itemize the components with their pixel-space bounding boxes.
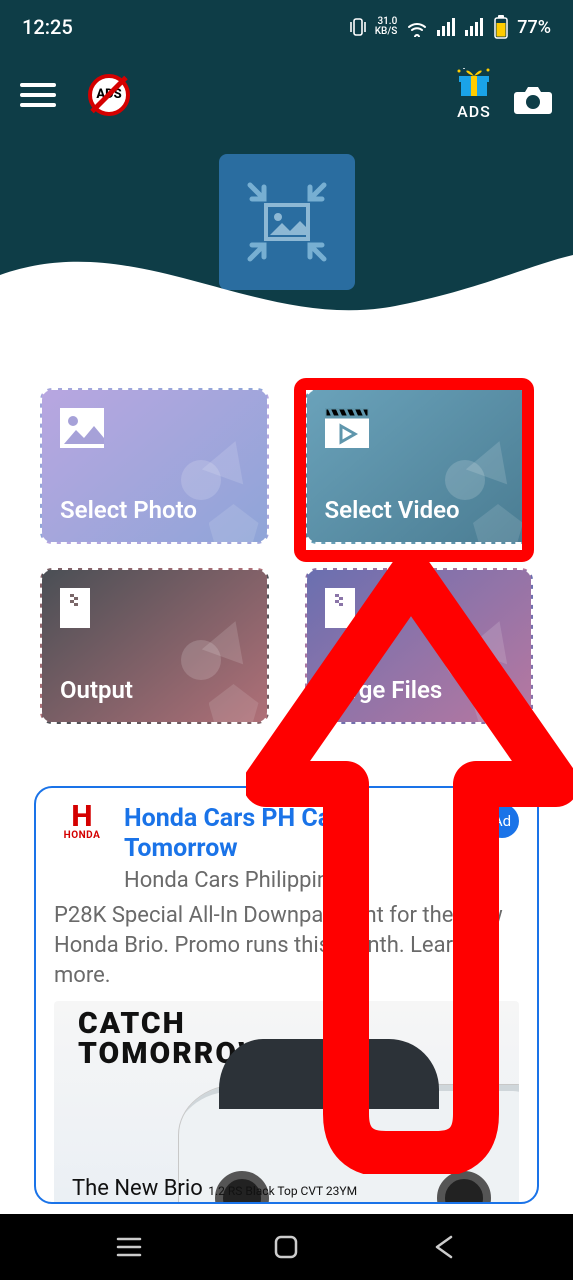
battery-percent: 77%: [517, 17, 551, 38]
header-wave: [0, 245, 573, 335]
menu-button[interactable]: [20, 83, 56, 107]
zip-file-icon: [60, 588, 90, 628]
photo-icon: [60, 408, 104, 448]
tile-label: Select Video: [325, 496, 460, 524]
net-rate: 31.0 KB/S: [375, 17, 398, 37]
large-files-tile[interactable]: Large Files: [305, 568, 534, 724]
camera-button[interactable]: [513, 82, 553, 116]
app-header: ADS ADS: [0, 54, 573, 334]
select-video-tile[interactable]: Select Video: [305, 388, 534, 544]
home-button[interactable]: [271, 1232, 301, 1262]
status-right: 31.0 KB/S 77%: [349, 15, 551, 39]
signal-icon-2: [465, 18, 485, 36]
back-button[interactable]: [429, 1232, 459, 1262]
tile-label: Select Photo: [60, 496, 197, 524]
ad-title: Honda Cars PH Catch Tomorrow: [124, 804, 471, 864]
battery-icon: [493, 15, 509, 39]
no-ads-text: ADS: [96, 87, 121, 102]
status-bar: 12:25 31.0 KB/S 77%: [0, 0, 573, 54]
wifi-icon: [405, 17, 429, 37]
honda-logo: H HONDA: [54, 804, 110, 846]
no-ads-button[interactable]: ADS: [88, 74, 130, 116]
tile-label: Large Files: [325, 676, 443, 704]
vibrate-icon: [349, 17, 367, 37]
signal-icon-1: [437, 18, 457, 36]
output-tile[interactable]: Output: [40, 568, 269, 724]
tile-label: Output: [60, 676, 133, 704]
ads-gift-button[interactable]: ADS: [457, 68, 491, 121]
ad-banner: CATCH TOMORROW The New Brio 1.2 RS Black…: [54, 1001, 519, 1204]
recents-button[interactable]: [114, 1232, 144, 1262]
video-icon: [325, 408, 369, 448]
ad-advertiser: Honda Cars Philippines: [124, 868, 519, 893]
system-nav-bar: [0, 1214, 573, 1280]
ad-badge: Ad: [485, 804, 519, 838]
zip-file-icon: [325, 588, 355, 628]
ads-label: ADS: [457, 102, 491, 121]
gift-icon: [457, 68, 491, 98]
camera-icon: [513, 82, 553, 116]
status-time: 12:25: [22, 15, 73, 39]
action-grid: Select Photo Select Video Output Large F…: [40, 388, 533, 724]
ad-description: P28K Special All-In Downpayment for the …: [54, 901, 519, 991]
select-photo-tile[interactable]: Select Photo: [40, 388, 269, 544]
ad-card[interactable]: H HONDA Honda Cars PH Catch Tomorrow Ad …: [34, 786, 539, 1204]
